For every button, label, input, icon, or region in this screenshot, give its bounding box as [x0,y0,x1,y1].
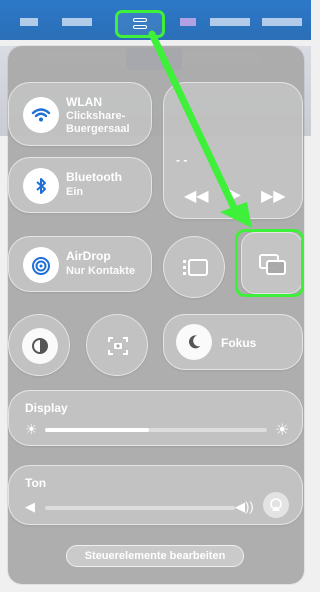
airdrop-tile[interactable]: AirDrop Nur Kontakte [8,236,152,292]
display-tile: Display ☀ ☀ [8,390,303,446]
airplay-icon [270,498,282,511]
screenshot-tile[interactable] [86,314,148,376]
now-playing-title: - - [176,153,188,167]
brightness-high-icon: ☀ [275,422,290,439]
focus-label: Fokus [221,336,257,350]
menu-item-blurred[interactable] [20,18,38,26]
stage-manager-tile[interactable] [163,236,225,298]
airdrop-icon-circle[interactable] [23,247,59,283]
play-icon[interactable]: ▶ [227,184,241,205]
appearance-icon-circle[interactable] [22,328,58,364]
airdrop-label: AirDrop [66,249,111,263]
appearance-tile[interactable] [8,314,70,376]
bluetooth-status: Ein [66,186,84,198]
focus-icon-circle[interactable] [176,324,212,360]
screenshot-icon [108,337,128,355]
display-label: Display [25,401,68,415]
bluetooth-icon-circle[interactable] [23,168,59,204]
wlan-tile[interactable]: WLAN Clickshare- Buergersaal [8,82,152,146]
wifi-icon-circle[interactable] [23,97,59,133]
highlight-frame [235,229,304,297]
bluetooth-tile[interactable]: Bluetooth Ein [8,157,152,213]
airdrop-status: Nur Kontakte [66,265,136,277]
volume-high-icon: ◀)) [235,499,254,514]
previous-track-icon[interactable]: ◀◀ [184,186,209,206]
control-center-icon [133,18,147,30]
control-center-button[interactable] [115,10,165,38]
brightness-low-icon: ☀ [25,421,38,437]
sound-tile: Ton ◀ ◀)) [8,465,303,525]
status-icon-blurred[interactable] [262,18,302,26]
status-icon-blurred[interactable] [180,18,196,26]
brightness-fill [45,428,150,432]
wlan-label: WLAN [66,95,102,109]
volume-slider[interactable] [45,506,235,510]
edit-controls-button[interactable]: Steuerelemente bearbeiten [66,545,244,567]
volume-low-icon: ◀ [25,499,35,514]
sound-label: Ton [25,476,47,490]
menu-bar [0,0,311,40]
stage-manager-icon [183,259,208,276]
moon-icon [189,335,201,349]
airplay-audio-button[interactable] [263,492,289,518]
now-playing-tile: - - ◀◀ ▶ ▶▶ [163,82,303,219]
bluetooth-icon [36,178,46,194]
contrast-icon [32,338,48,354]
wifi-icon [31,108,51,122]
airdrop-icon [32,257,50,275]
bluetooth-label: Bluetooth [66,170,122,184]
next-track-icon[interactable]: ▶▶ [261,186,286,206]
wlan-network-name: Clickshare- Buergersaal [66,110,130,135]
menu-item-blurred[interactable] [62,18,92,26]
status-icon-blurred[interactable] [210,18,250,26]
focus-tile[interactable]: Fokus [163,314,303,370]
